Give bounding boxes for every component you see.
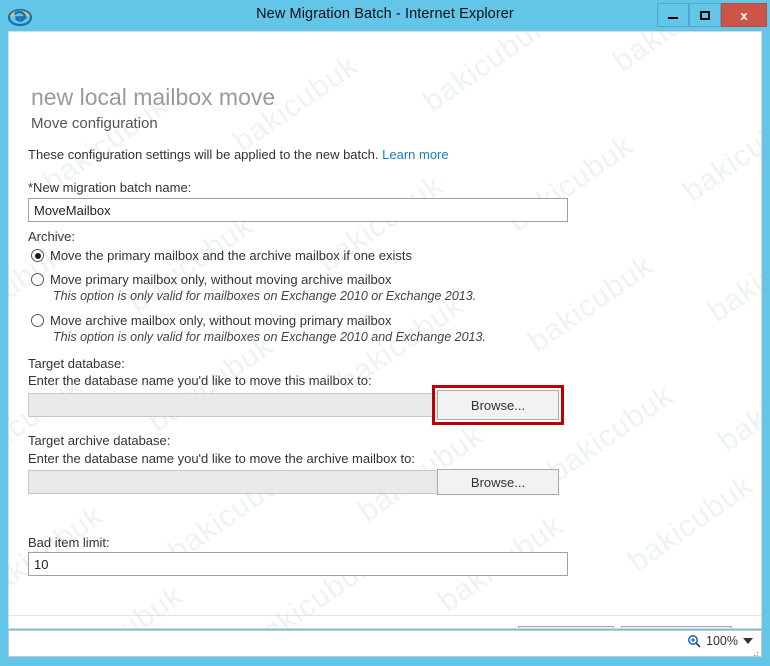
- archive-option-2-label: Move primary mailbox only, without movin…: [50, 272, 392, 287]
- browser-window: New Migration Batch - Internet Explorer …: [0, 0, 770, 666]
- target-archive-database-browse-button[interactable]: Browse...: [437, 469, 559, 495]
- learn-more-link[interactable]: Learn more: [382, 147, 448, 162]
- window-title: New Migration Batch - Internet Explorer: [256, 6, 514, 22]
- archive-option-1[interactable]: Move the primary mailbox and the archive…: [31, 248, 412, 263]
- target-database-browse-button[interactable]: Browse...: [437, 390, 559, 420]
- maximize-button[interactable]: [689, 3, 721, 27]
- resize-grip[interactable]: [749, 644, 759, 657]
- magnifier-plus-icon: [687, 634, 701, 648]
- archive-option-2-note: This option is only valid for mailboxes …: [53, 289, 477, 303]
- target-archive-database-hint: Enter the database name you'd like to mo…: [28, 451, 415, 466]
- bad-item-limit-input[interactable]: [28, 552, 568, 576]
- archive-option-3-note: This option is only valid for mailboxes …: [53, 330, 486, 344]
- zoom-control[interactable]: 100%: [687, 634, 753, 648]
- radio-archive-only[interactable]: [31, 314, 44, 327]
- archive-option-1-label: Move the primary mailbox and the archive…: [50, 248, 412, 263]
- radio-archive-both[interactable]: [31, 249, 44, 262]
- title-bar: New Migration Batch - Internet Explorer …: [0, 0, 770, 31]
- batch-name-input[interactable]: [28, 198, 568, 222]
- target-database-label: Target database:: [28, 356, 125, 371]
- footer-divider: [9, 615, 761, 616]
- target-archive-database-label: Target archive database:: [28, 433, 171, 448]
- page-content: bakicubuk bakicubuk bakicubuk bakicubuk …: [8, 31, 762, 629]
- form-container: new local mailbox move Move configuratio…: [9, 32, 761, 628]
- bad-item-limit-label: Bad item limit:: [28, 535, 110, 550]
- page-title: new local mailbox move: [31, 84, 276, 110]
- archive-label: Archive:: [28, 229, 75, 244]
- minimize-button[interactable]: [657, 3, 689, 27]
- radio-primary-only[interactable]: [31, 273, 44, 286]
- zoom-level-label: 100%: [706, 634, 738, 648]
- window-controls: x: [657, 3, 767, 27]
- target-database-input[interactable]: [28, 393, 438, 417]
- archive-option-2[interactable]: Move primary mailbox only, without movin…: [31, 272, 392, 287]
- target-archive-database-input[interactable]: [28, 470, 438, 494]
- target-database-hint: Enter the database name you'd like to mo…: [28, 373, 372, 388]
- cancel-button[interactable]: Cancel: [621, 626, 732, 628]
- status-bar: 100%: [8, 630, 762, 657]
- page-subtitle: Move configuration: [31, 115, 158, 132]
- archive-option-3-label: Move archive mailbox only, without movin…: [50, 313, 392, 328]
- intro-sentence: These configuration settings will be app…: [28, 147, 379, 162]
- close-button[interactable]: x: [721, 3, 767, 27]
- next-button[interactable]: Next: [518, 626, 614, 628]
- batch-name-label: *New migration batch name:: [28, 180, 192, 195]
- archive-option-3[interactable]: Move archive mailbox only, without movin…: [31, 313, 392, 328]
- minimize-icon: [668, 17, 678, 19]
- maximize-icon: [700, 10, 710, 20]
- intro-text: These configuration settings will be app…: [28, 147, 449, 162]
